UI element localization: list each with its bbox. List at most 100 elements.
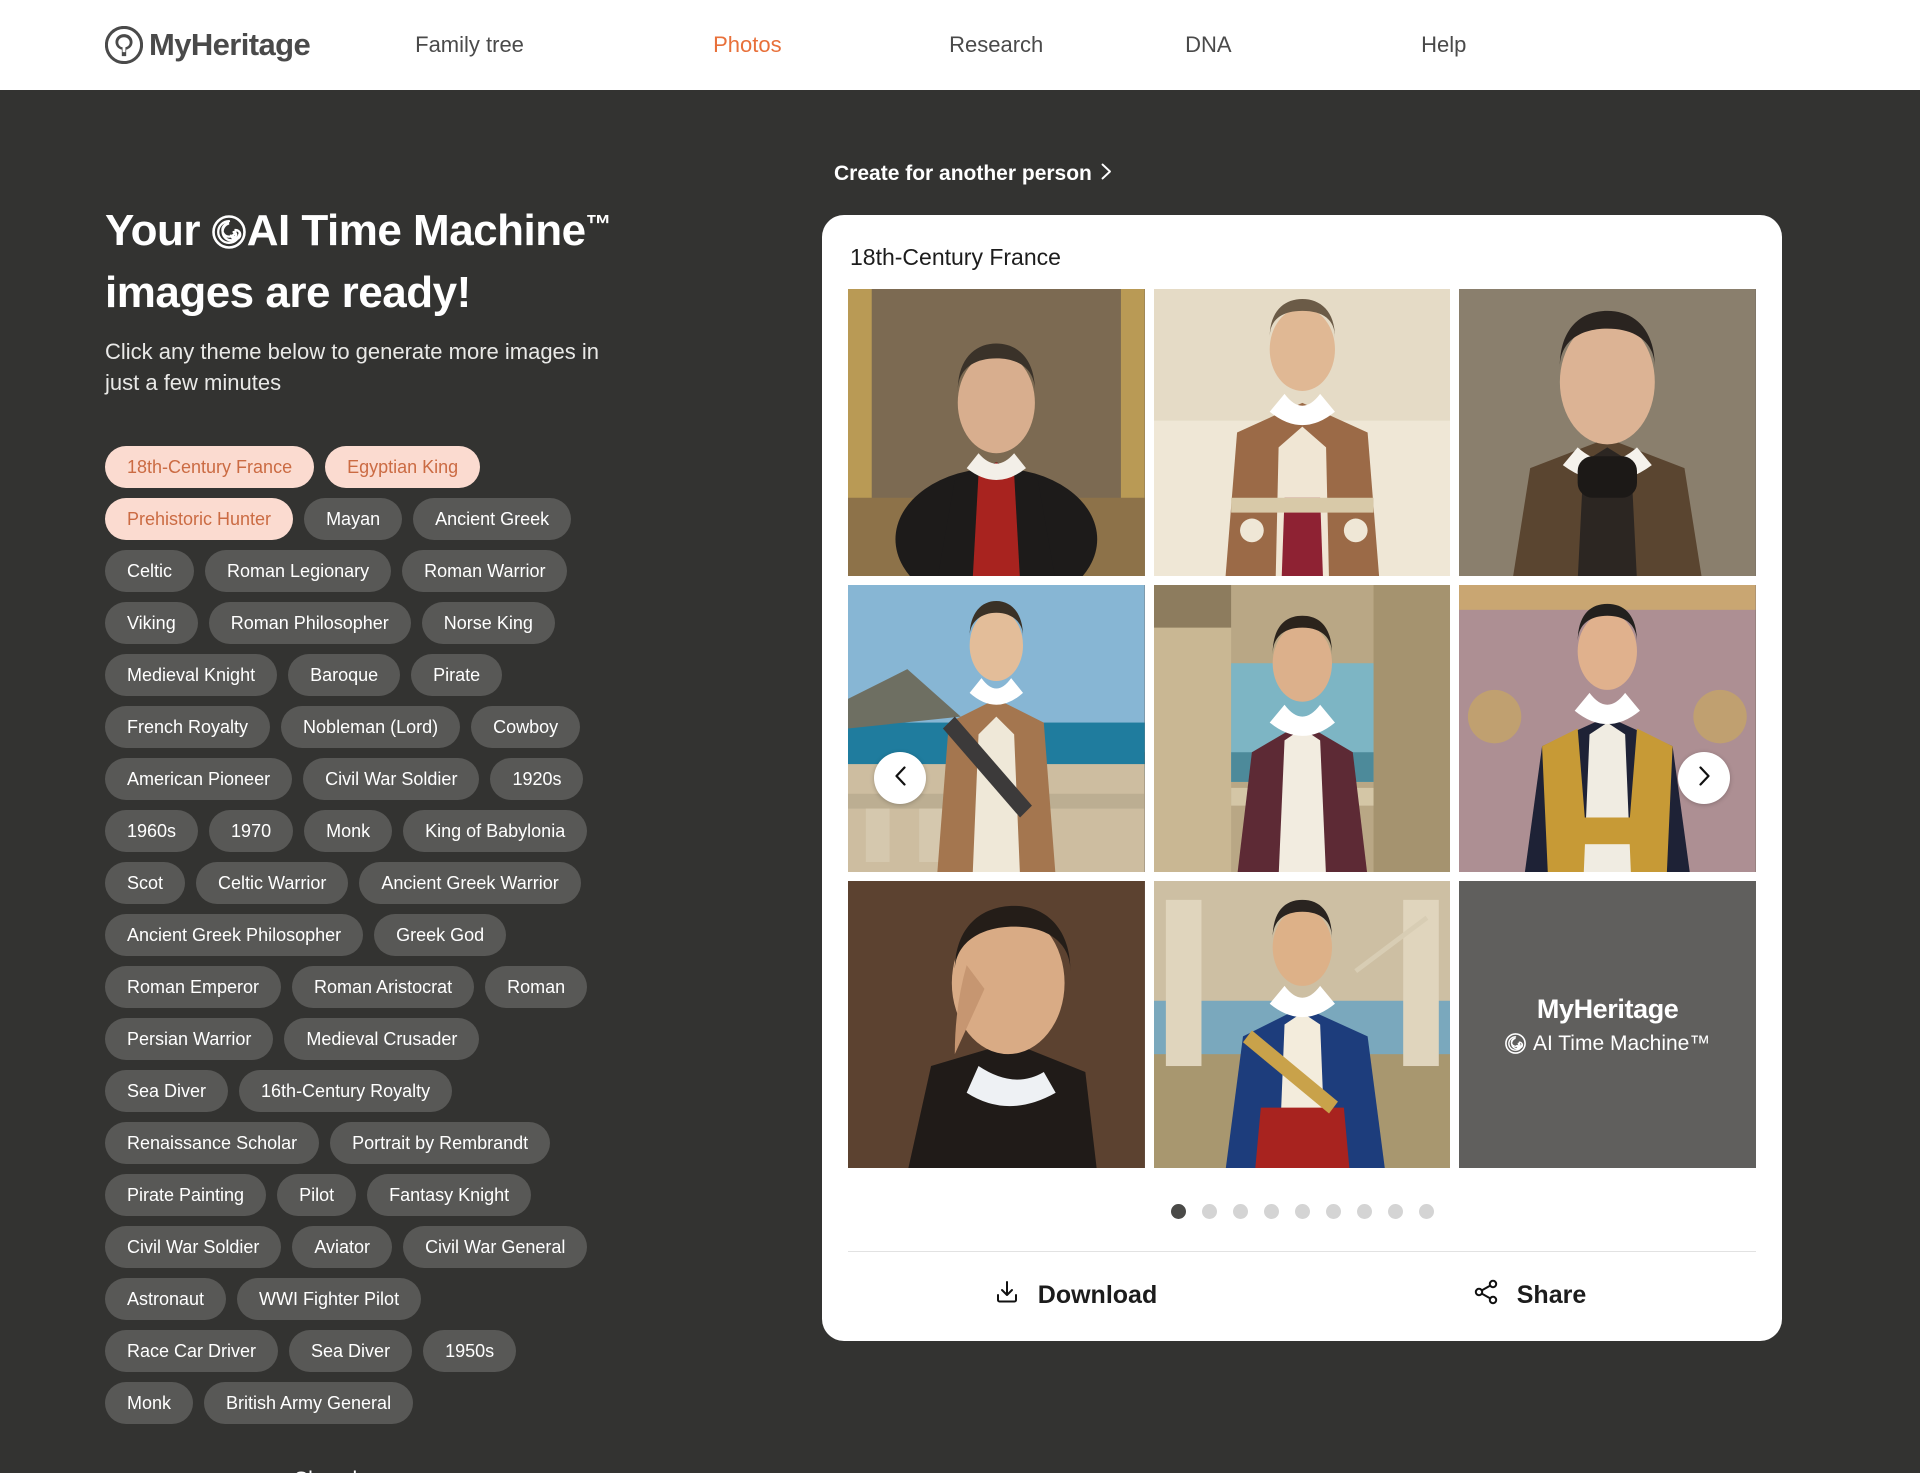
nav-item-dna[interactable]: DNA (1185, 32, 1421, 58)
carousel-next-button[interactable] (1678, 752, 1730, 804)
carousel-dot[interactable] (1232, 1204, 1248, 1219)
carousel-dot[interactable] (1325, 1204, 1341, 1219)
theme-chip[interactable]: Aviator (292, 1226, 393, 1268)
theme-chip[interactable]: Ancient Greek Philosopher (105, 914, 364, 956)
themes-panel: Your AI Time Machine™ images are ready! … (0, 90, 820, 1473)
theme-chip[interactable]: Roman Emperor (105, 966, 282, 1008)
theme-chip[interactable]: 1960s (105, 810, 199, 852)
theme-chip[interactable]: American Pioneer (105, 758, 293, 800)
page-title-suffix: images are ready! (105, 268, 471, 317)
theme-chip[interactable]: Roman Aristocrat (292, 966, 475, 1008)
nav-item-family-tree[interactable]: Family tree (415, 32, 713, 58)
nav-item-research[interactable]: Research (949, 32, 1185, 58)
generated-image-4[interactable] (848, 585, 1145, 872)
theme-chip[interactable]: Pirate (411, 654, 503, 696)
theme-chip[interactable]: British Army General (204, 1382, 414, 1424)
carousel-prev-button[interactable] (874, 752, 926, 804)
show-less-button[interactable]: Show less (105, 1468, 605, 1473)
page-title-brand: AI Time Machine (246, 206, 586, 255)
generated-image-6[interactable] (1459, 585, 1756, 872)
download-button[interactable]: Download (848, 1278, 1302, 1313)
theme-chip[interactable]: King of Babylonia (403, 810, 588, 852)
theme-chip[interactable]: Norse King (421, 602, 555, 644)
watermark-product: AI Time Machine™ (1505, 1032, 1710, 1056)
generated-image-2[interactable] (1153, 289, 1451, 576)
theme-chip[interactable]: Medieval Knight (105, 654, 278, 696)
theme-chip[interactable]: Ancient Greek Warrior (359, 862, 581, 904)
theme-chip[interactable]: Scot (105, 862, 186, 904)
watermark-product-label: AI Time Machine™ (1532, 1031, 1711, 1055)
theme-chip[interactable]: Monk (304, 810, 393, 852)
nav-item-help[interactable]: Help (1421, 32, 1657, 58)
chevron-left-icon (894, 765, 907, 791)
carousel-dot[interactable] (1201, 1204, 1217, 1219)
generated-image-8[interactable] (1153, 881, 1451, 1168)
theme-chip[interactable]: Greek God (374, 914, 507, 956)
carousel-dot[interactable] (1356, 1204, 1372, 1219)
theme-chip[interactable]: Pirate Painting (105, 1174, 267, 1216)
theme-chip[interactable]: Celtic Warrior (196, 862, 349, 904)
page-title-prefix: Your (105, 206, 212, 255)
page-subtitle: Click any theme below to generate more i… (105, 339, 600, 395)
spiral-icon (1505, 1033, 1526, 1054)
main-nav: Family tree Photos Research DNA Help (415, 32, 1657, 58)
theme-chip[interactable]: 1920s (490, 758, 584, 800)
generated-image-5[interactable] (1153, 585, 1451, 872)
theme-chip[interactable]: Persian Warrior (105, 1018, 274, 1060)
theme-chip[interactable]: Portrait by Rembrandt (330, 1122, 551, 1164)
download-icon (993, 1278, 1021, 1313)
create-link-label: Create for another person (834, 162, 1092, 185)
image-grid: MyHeritage AI Time Machine™ (848, 289, 1756, 1168)
carousel-dot[interactable] (1387, 1204, 1403, 1219)
theme-chip[interactable]: Medieval Crusader (284, 1018, 480, 1060)
theme-chip[interactable]: Mayan (304, 498, 403, 540)
theme-chip[interactable]: 1950s (423, 1330, 517, 1372)
theme-chip[interactable]: Roman Philosopher (208, 602, 411, 644)
carousel-dot[interactable] (1170, 1204, 1186, 1219)
myheritage-logo[interactable]: MyHeritage (104, 25, 311, 65)
theme-chip[interactable]: Prehistoric Hunter (105, 498, 294, 540)
card-footer: Download Share (848, 1251, 1756, 1341)
theme-chip[interactable]: Astronaut (105, 1278, 227, 1320)
theme-chip[interactable]: Civil War General (403, 1226, 588, 1268)
theme-chip[interactable]: Baroque (288, 654, 401, 696)
theme-chip[interactable]: Monk (105, 1382, 194, 1424)
theme-chip[interactable]: Viking (105, 602, 198, 644)
generated-image-7[interactable] (848, 881, 1145, 1168)
theme-chip[interactable]: Race Car Driver (105, 1330, 279, 1372)
theme-chip[interactable]: Sea Diver (105, 1070, 229, 1112)
theme-chip[interactable]: Roman Legionary (205, 550, 392, 592)
share-button[interactable]: Share (1302, 1278, 1756, 1313)
theme-chip[interactable]: Sea Diver (289, 1330, 413, 1372)
card-title: 18th-Century France (850, 244, 1061, 270)
theme-chip[interactable]: 1970 (209, 810, 294, 852)
show-less-label: Show less (294, 1468, 390, 1473)
carousel-dot[interactable] (1294, 1204, 1310, 1219)
theme-chip[interactable]: 18th-Century France (105, 446, 315, 488)
theme-chip[interactable]: Civil War Soldier (105, 1226, 282, 1268)
share-label: Share (1516, 1281, 1587, 1309)
carousel-dot[interactable] (1418, 1204, 1434, 1219)
page-title: Your AI Time Machine™ images are ready! (105, 195, 705, 322)
theme-chip[interactable]: Egyptian King (325, 446, 481, 488)
results-panel: Create for another person 18th-Century F… (822, 90, 1822, 1341)
theme-chip[interactable]: Roman Warrior (402, 550, 568, 592)
theme-chip[interactable]: Fantasy Knight (367, 1174, 532, 1216)
theme-chip[interactable]: Nobleman (Lord) (281, 706, 461, 748)
nav-item-photos[interactable]: Photos (713, 32, 949, 58)
theme-chip[interactable]: WWI Fighter Pilot (237, 1278, 422, 1320)
theme-chip[interactable]: Cowboy (471, 706, 581, 748)
generated-image-3[interactable] (1459, 289, 1756, 576)
theme-chip[interactable]: Roman (485, 966, 588, 1008)
theme-chip[interactable]: Celtic (105, 550, 195, 592)
site-header: MyHeritage Family tree Photos Research D… (0, 0, 1920, 90)
generated-image-1[interactable] (848, 289, 1145, 576)
theme-chip[interactable]: 16th-Century Royalty (239, 1070, 453, 1112)
theme-chip[interactable]: Ancient Greek (413, 498, 572, 540)
carousel-dot[interactable] (1263, 1204, 1279, 1219)
theme-chip[interactable]: French Royalty (105, 706, 271, 748)
create-for-another-person-link[interactable]: Create for another person (834, 162, 1822, 186)
theme-chip[interactable]: Renaissance Scholar (105, 1122, 320, 1164)
theme-chip[interactable]: Pilot (277, 1174, 357, 1216)
theme-chip[interactable]: Civil War Soldier (303, 758, 480, 800)
